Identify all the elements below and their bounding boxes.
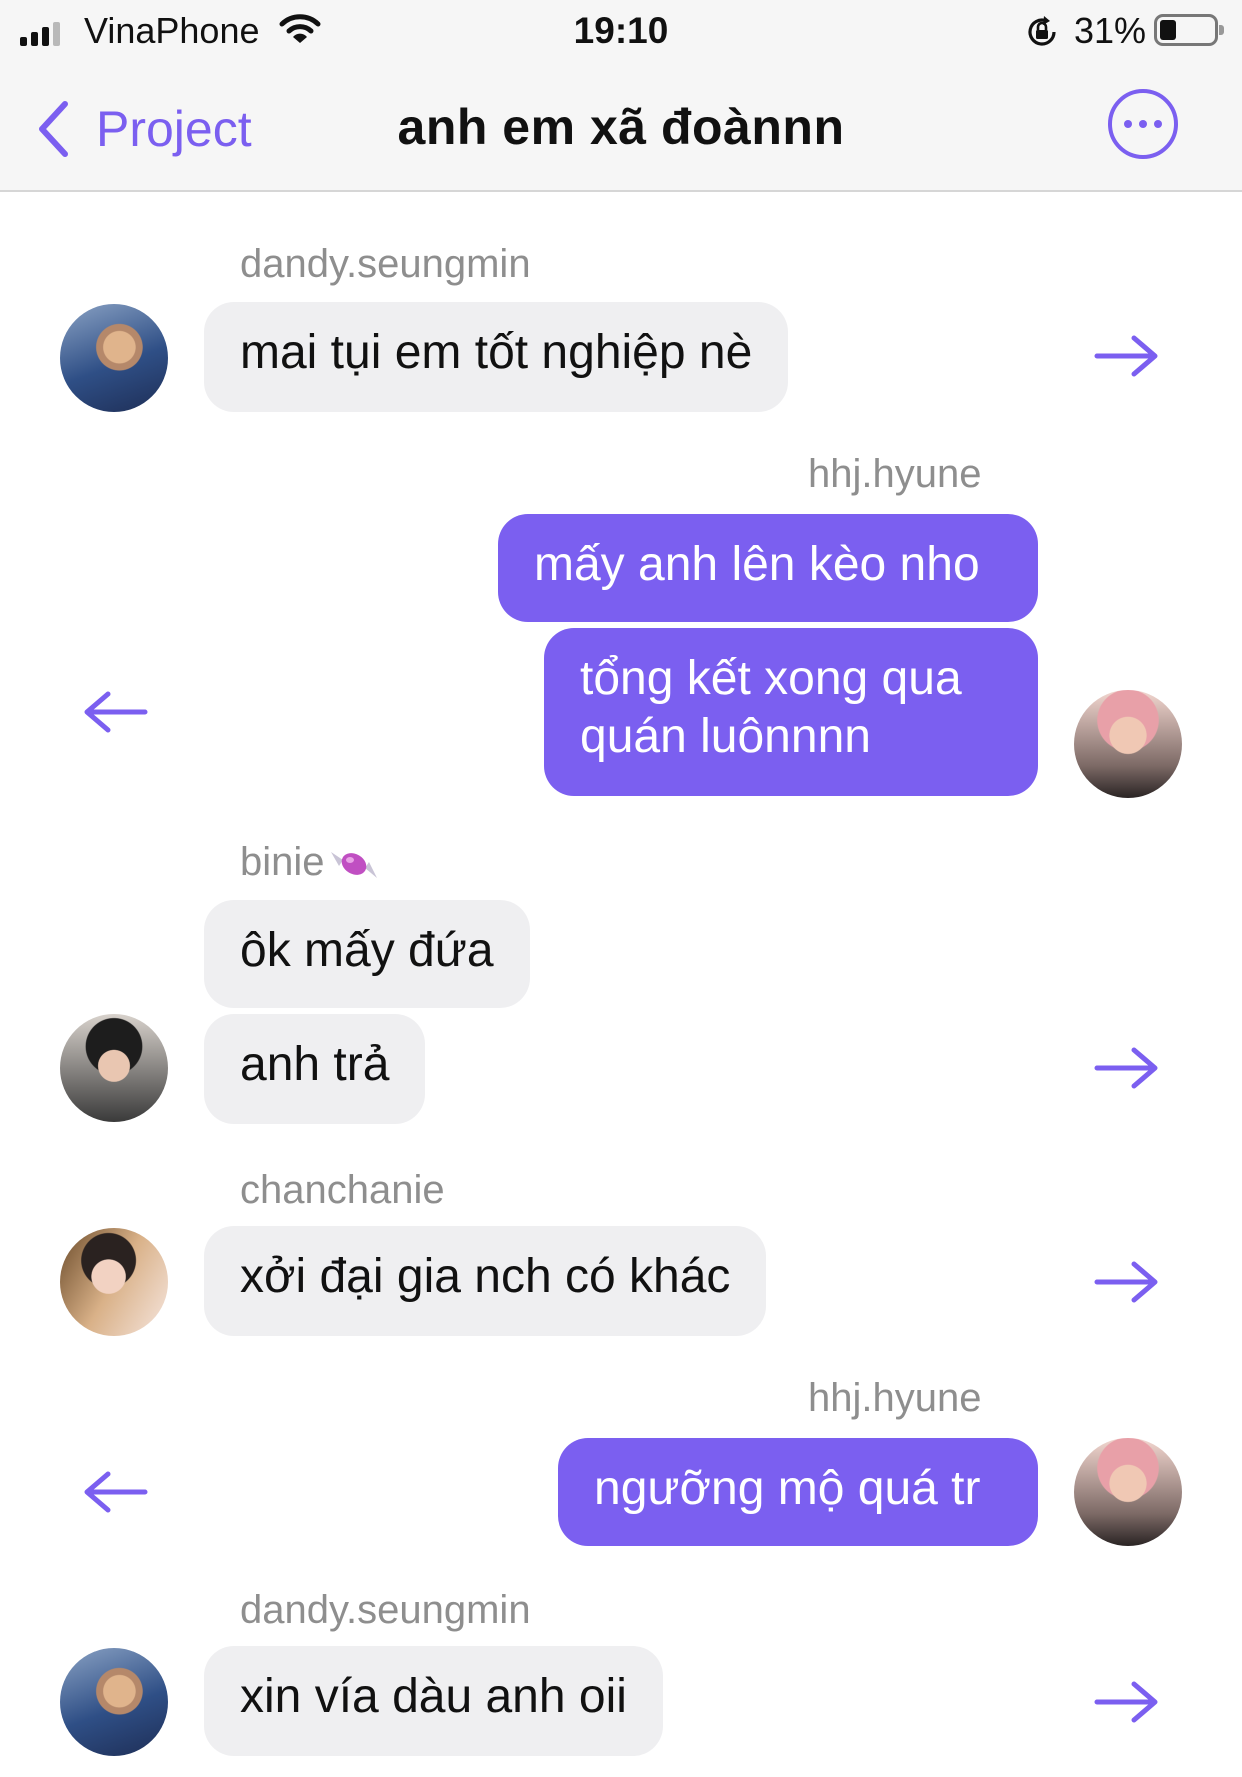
avatar[interactable] bbox=[60, 304, 168, 412]
conversation-title: anh em xã đoànnn bbox=[397, 99, 845, 155]
more-options-button[interactable] bbox=[1108, 89, 1178, 159]
message-bubble[interactable]: mai tụi em tốt nghiệp nè bbox=[204, 302, 789, 412]
message-bubble[interactable]: ngưỡng mộ quá tr bbox=[558, 1438, 1038, 1546]
message-bubble[interactable]: tổng kết xong qua quán luônnnn bbox=[544, 628, 1038, 796]
message-bubble[interactable]: ôk mấy đứa bbox=[204, 900, 530, 1008]
rotation-lock-icon bbox=[1028, 16, 1056, 46]
message-bubble[interactable]: xin vía dàu anh oii bbox=[204, 1646, 663, 1756]
avatar[interactable] bbox=[1074, 690, 1182, 798]
ellipsis-icon bbox=[1124, 120, 1162, 128]
arrow-left-icon[interactable] bbox=[82, 690, 148, 734]
avatar[interactable] bbox=[60, 1014, 168, 1122]
avatar[interactable] bbox=[60, 1648, 168, 1756]
sender-name: binie bbox=[240, 840, 381, 885]
battery-icon bbox=[1154, 14, 1224, 46]
battery-percentage: 31% bbox=[1074, 10, 1147, 51]
sender-name-text: binie bbox=[240, 840, 325, 884]
sender-name: hhj.hyune bbox=[808, 452, 982, 496]
sender-name: dandy.seungmin bbox=[240, 242, 531, 286]
avatar[interactable] bbox=[1074, 1438, 1182, 1546]
status-bar: VinaPhone 19:10 31% bbox=[0, 0, 1242, 64]
message-bubble[interactable]: anh trả bbox=[204, 1014, 426, 1124]
sender-name: chanchanie bbox=[240, 1168, 445, 1212]
avatar[interactable] bbox=[60, 1228, 168, 1336]
navigation-bar: Project anh em xã đoànnn bbox=[0, 64, 1242, 192]
arrow-right-icon[interactable] bbox=[1094, 1046, 1160, 1090]
arrow-left-icon[interactable] bbox=[82, 1470, 148, 1514]
candy-icon bbox=[330, 852, 377, 879]
sender-name: dandy.seungmin bbox=[240, 1588, 531, 1632]
arrow-right-icon[interactable] bbox=[1094, 1260, 1160, 1304]
sender-name: hhj.hyune bbox=[808, 1376, 982, 1420]
arrow-right-icon[interactable] bbox=[1094, 334, 1160, 378]
message-bubble[interactable]: xởi đại gia nch có khác bbox=[204, 1226, 767, 1336]
message-bubble[interactable]: mấy anh lên kèo nho bbox=[498, 514, 1038, 622]
arrow-right-icon[interactable] bbox=[1094, 1680, 1160, 1724]
